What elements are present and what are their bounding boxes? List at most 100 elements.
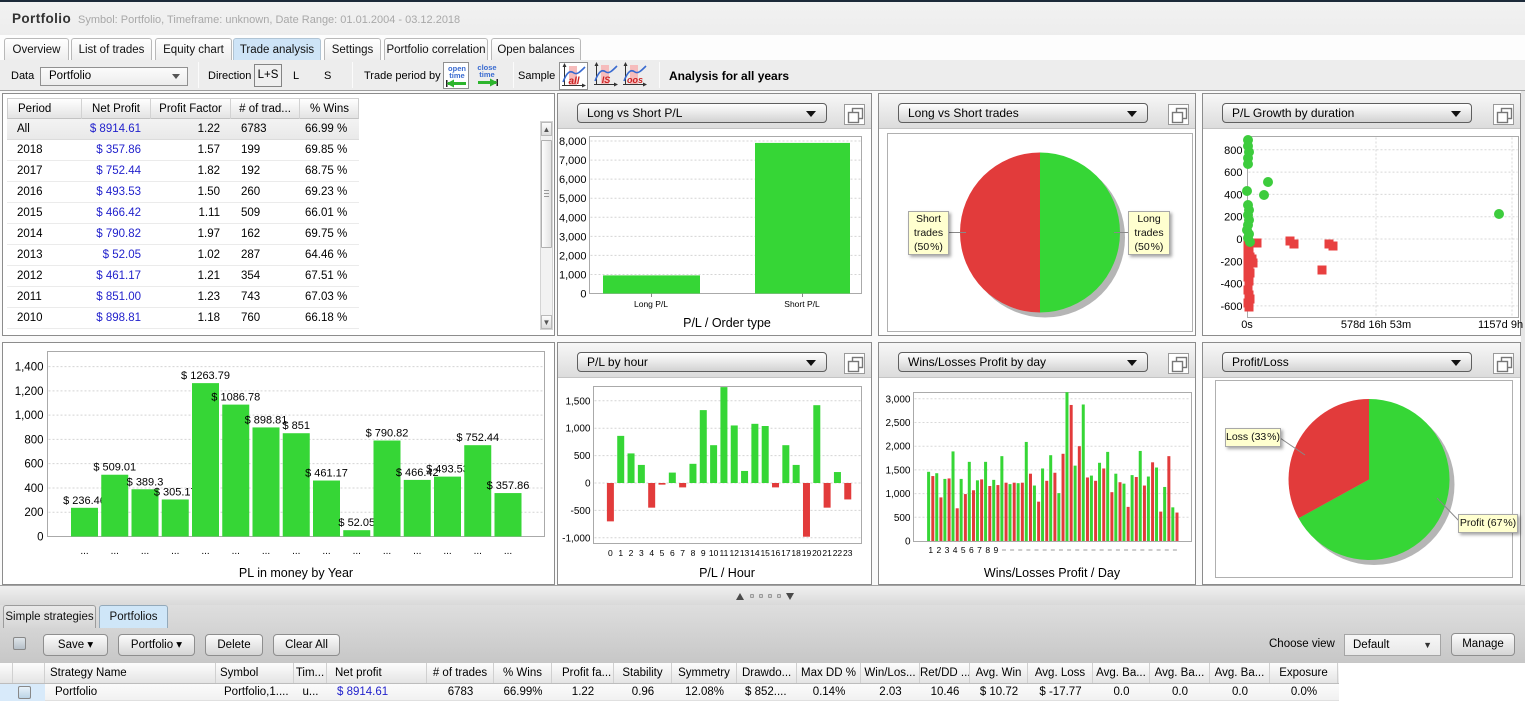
svg-text:13: 13 bbox=[740, 548, 750, 558]
svg-text:...: ... bbox=[504, 546, 512, 557]
svg-text:-1,000: -1,000 bbox=[562, 533, 591, 544]
svg-text:8: 8 bbox=[985, 545, 990, 555]
svg-text:800: 800 bbox=[1224, 145, 1242, 157]
svg-text:$ 752.44: $ 752.44 bbox=[456, 432, 499, 444]
svg-text:500: 500 bbox=[894, 513, 911, 524]
svg-text:...: ... bbox=[111, 546, 119, 557]
svg-text:0: 0 bbox=[905, 537, 911, 548]
svg-text:0: 0 bbox=[580, 289, 586, 301]
svg-text:...: ... bbox=[383, 546, 391, 557]
svg-text:1,000: 1,000 bbox=[15, 410, 44, 422]
svg-text:PL in money by Year: PL in money by Year bbox=[239, 566, 353, 580]
svg-text:14: 14 bbox=[750, 548, 760, 558]
svg-text:600: 600 bbox=[24, 459, 43, 471]
svg-text:2: 2 bbox=[936, 545, 941, 555]
svg-text:9: 9 bbox=[701, 548, 706, 558]
svg-text:15: 15 bbox=[760, 548, 770, 558]
svg-text:400: 400 bbox=[24, 483, 43, 495]
svg-text:$ 851: $ 851 bbox=[282, 420, 310, 432]
svg-text:7: 7 bbox=[680, 548, 685, 558]
svg-text:$ 52.05: $ 52.05 bbox=[338, 517, 375, 529]
svg-text:$ 493.53: $ 493.53 bbox=[426, 464, 469, 476]
svg-text:...: ... bbox=[141, 546, 149, 557]
svg-text:11: 11 bbox=[720, 548, 729, 558]
svg-text:22: 22 bbox=[833, 548, 843, 558]
svg-text:1: 1 bbox=[618, 548, 623, 558]
svg-text:9: 9 bbox=[993, 545, 998, 555]
svg-text:-500: -500 bbox=[570, 506, 590, 517]
svg-text:23: 23 bbox=[843, 548, 853, 558]
svg-text:3,000: 3,000 bbox=[559, 231, 587, 243]
svg-text:5: 5 bbox=[660, 548, 665, 558]
svg-text:...: ... bbox=[171, 546, 179, 557]
svg-text:2,000: 2,000 bbox=[885, 442, 910, 453]
svg-text:...: ... bbox=[201, 546, 209, 557]
svg-text:800: 800 bbox=[24, 434, 43, 446]
svg-text:6: 6 bbox=[969, 545, 974, 555]
svg-text:2: 2 bbox=[629, 548, 634, 558]
svg-text:-400: -400 bbox=[1220, 279, 1242, 291]
svg-text:...: ... bbox=[292, 546, 300, 557]
svg-text:500: 500 bbox=[574, 451, 591, 462]
svg-text:578d 16h 53m: 578d 16h 53m bbox=[1341, 319, 1411, 331]
svg-text:7,000: 7,000 bbox=[559, 155, 587, 167]
svg-text:...: ... bbox=[232, 546, 240, 557]
svg-text:1: 1 bbox=[928, 545, 933, 555]
svg-text:7: 7 bbox=[977, 545, 982, 555]
svg-text:P/L / Order type: P/L / Order type bbox=[683, 316, 771, 330]
svg-text:...: ... bbox=[443, 546, 451, 557]
svg-text:...: ... bbox=[413, 546, 421, 557]
svg-text:1157d 9h: 1157d 9h bbox=[1478, 319, 1523, 331]
svg-text:6: 6 bbox=[670, 548, 675, 558]
svg-text:1,000: 1,000 bbox=[565, 424, 590, 435]
svg-text:$ 1263.79: $ 1263.79 bbox=[181, 370, 230, 382]
svg-text:1,500: 1,500 bbox=[885, 465, 910, 476]
svg-text:19: 19 bbox=[802, 548, 812, 558]
svg-text:6,000: 6,000 bbox=[559, 174, 587, 186]
svg-text:8,000: 8,000 bbox=[559, 136, 587, 148]
svg-text:$ 357.86: $ 357.86 bbox=[487, 480, 530, 492]
svg-text:-200: -200 bbox=[1220, 256, 1242, 268]
svg-text:3,000: 3,000 bbox=[885, 394, 910, 405]
svg-text:$ 509.01: $ 509.01 bbox=[93, 462, 136, 474]
svg-text:3: 3 bbox=[945, 545, 950, 555]
svg-text:4: 4 bbox=[649, 548, 654, 558]
svg-text:Long P/L: Long P/L bbox=[634, 299, 668, 309]
svg-text:0: 0 bbox=[585, 479, 591, 490]
svg-text:...: ... bbox=[80, 546, 88, 557]
svg-text:4: 4 bbox=[953, 545, 958, 555]
svg-text:$ 305.17: $ 305.17 bbox=[154, 486, 197, 498]
svg-text:1,400: 1,400 bbox=[15, 362, 44, 374]
svg-text:...: ... bbox=[262, 546, 270, 557]
svg-text:17: 17 bbox=[781, 548, 791, 558]
svg-text:0s: 0s bbox=[1241, 319, 1253, 331]
svg-text:8: 8 bbox=[691, 548, 696, 558]
svg-text:1,500: 1,500 bbox=[565, 396, 590, 407]
svg-text:3: 3 bbox=[639, 548, 644, 558]
svg-text:200: 200 bbox=[1224, 212, 1242, 224]
svg-text:P/L / Hour: P/L / Hour bbox=[699, 566, 755, 580]
svg-text:Short P/L: Short P/L bbox=[784, 299, 820, 309]
svg-text:1,200: 1,200 bbox=[15, 386, 44, 398]
svg-text:20: 20 bbox=[812, 548, 822, 558]
svg-text:2,500: 2,500 bbox=[885, 418, 910, 429]
svg-text:2,000: 2,000 bbox=[559, 250, 587, 262]
svg-text:$ 461.17: $ 461.17 bbox=[305, 468, 348, 480]
svg-text:600: 600 bbox=[1224, 167, 1242, 179]
svg-text:...: ... bbox=[353, 546, 361, 557]
svg-text:21: 21 bbox=[822, 548, 832, 558]
svg-text:1,000: 1,000 bbox=[885, 489, 910, 500]
svg-text:0: 0 bbox=[608, 548, 613, 558]
svg-text:0: 0 bbox=[37, 532, 43, 544]
svg-text:400: 400 bbox=[1224, 189, 1242, 201]
svg-text:-600: -600 bbox=[1220, 301, 1242, 313]
svg-text:$ 1086.78: $ 1086.78 bbox=[211, 392, 260, 404]
svg-text:4,000: 4,000 bbox=[559, 212, 587, 224]
svg-text:...: ... bbox=[474, 546, 482, 557]
svg-text:0: 0 bbox=[1236, 234, 1242, 246]
svg-text:$ 236.46: $ 236.46 bbox=[63, 495, 106, 507]
svg-text:16: 16 bbox=[771, 548, 781, 558]
svg-text:10: 10 bbox=[709, 548, 719, 558]
svg-text:5: 5 bbox=[961, 545, 966, 555]
svg-text:$ 790.82: $ 790.82 bbox=[366, 428, 409, 440]
